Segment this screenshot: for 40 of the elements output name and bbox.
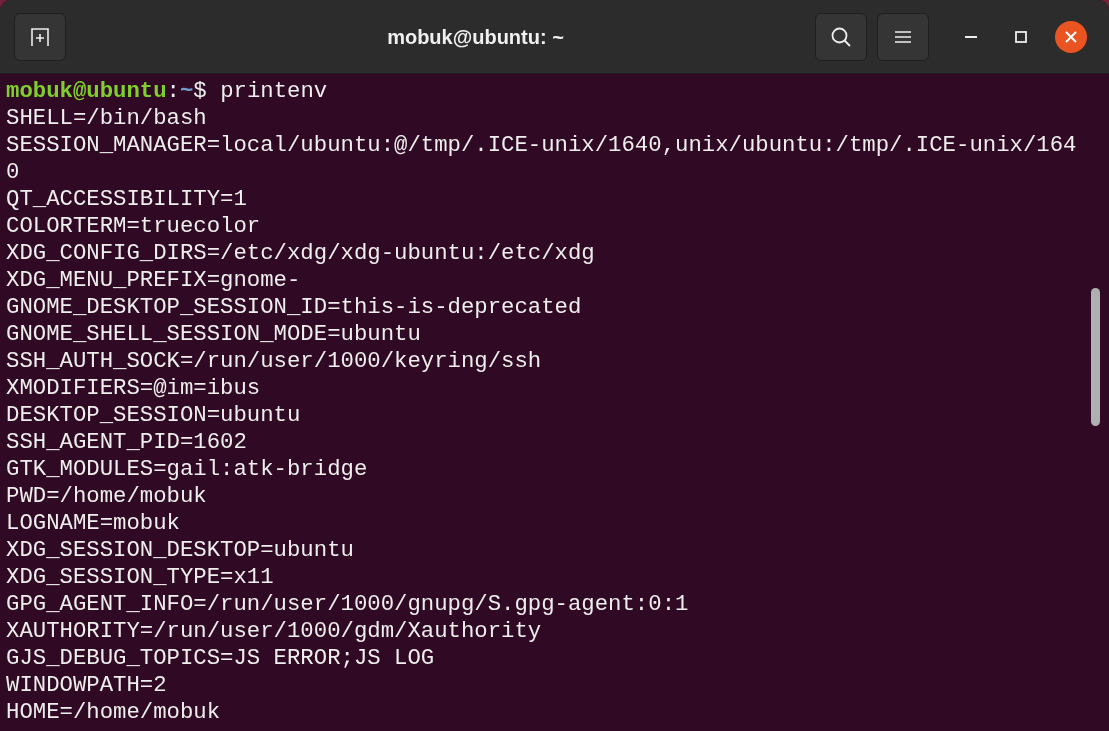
output-line: SSH_AGENT_PID=1602 [6, 429, 247, 455]
output-line: SSH_AUTH_SOCK=/run/user/1000/keyring/ssh [6, 348, 542, 374]
output-line: XDG_MENU_PREFIX=gnome- [6, 267, 301, 293]
output-line: DESKTOP_SESSION=ubuntu [6, 402, 301, 428]
close-button[interactable] [1055, 20, 1087, 53]
output-line: SESSION_MANAGER=local/ubuntu:@/tmp/.ICE-unix/1640,unix/ubuntu:/tmp/.ICE-unix/164 [6, 132, 1077, 158]
search-icon [830, 25, 852, 48]
output-line: XMODIFIERS=@im=ibus [6, 375, 261, 401]
output-line: XAUTHORITY=/run/user/1000/gdm/Xauthority [6, 618, 542, 644]
search-button[interactable] [815, 12, 867, 61]
output-line: GNOME_DESKTOP_SESSION_ID=this-is-deprecated [6, 294, 582, 320]
prompt-separator: : [166, 78, 180, 104]
output-line: PWD=/home/mobuk [6, 483, 207, 509]
output-line: LOGNAME=mobuk [6, 510, 180, 536]
output-line: QT_ACCESSIBILITY=1 [6, 186, 247, 212]
output-line: XDG_SESSION_TYPE=x11 [6, 564, 274, 590]
minimize-icon [965, 35, 977, 38]
output-line: XDG_SESSION_DESKTOP=ubuntu [6, 537, 354, 563]
output-line: WINDOWPATH=2 [6, 672, 167, 698]
window-title: mobuk@ubuntu: ~ [387, 24, 564, 50]
prompt-symbol: $ [193, 78, 207, 104]
output-line: GTK_MODULES=gail:atk-bridge [6, 456, 368, 482]
output-line: 0 [6, 159, 20, 185]
prompt-user-host: mobuk@ubuntu [6, 78, 167, 104]
new-tab-icon [29, 26, 51, 47]
new-tab-button[interactable] [14, 12, 66, 61]
output-line: XDG_CONFIG_DIRS=/etc/xdg/xdg-ubuntu:/etc/xdg [6, 240, 595, 266]
prompt-path: ~ [179, 78, 194, 104]
output-line: GJS_DEBUG_TOPICS=JS ERROR;JS LOG [6, 645, 435, 671]
output-line: HOME=/home/mobuk [6, 699, 221, 725]
output-line: COLORTERM=truecolor [6, 213, 261, 239]
output-line: GPG_AGENT_INFO=/run/user/1000/gnupg/S.gpg-agent:0:1 [6, 591, 689, 617]
maximize-icon [1015, 30, 1027, 43]
output-line: GNOME_SHELL_SESSION_MODE=ubuntu [6, 321, 421, 347]
menu-icon [895, 29, 911, 44]
output-line: SHELL=/bin/bash [6, 105, 207, 131]
close-icon [1065, 30, 1077, 43]
scrollbar-thumb[interactable] [1091, 288, 1100, 426]
menu-button[interactable] [877, 12, 929, 61]
command-text: printenv [220, 78, 328, 104]
